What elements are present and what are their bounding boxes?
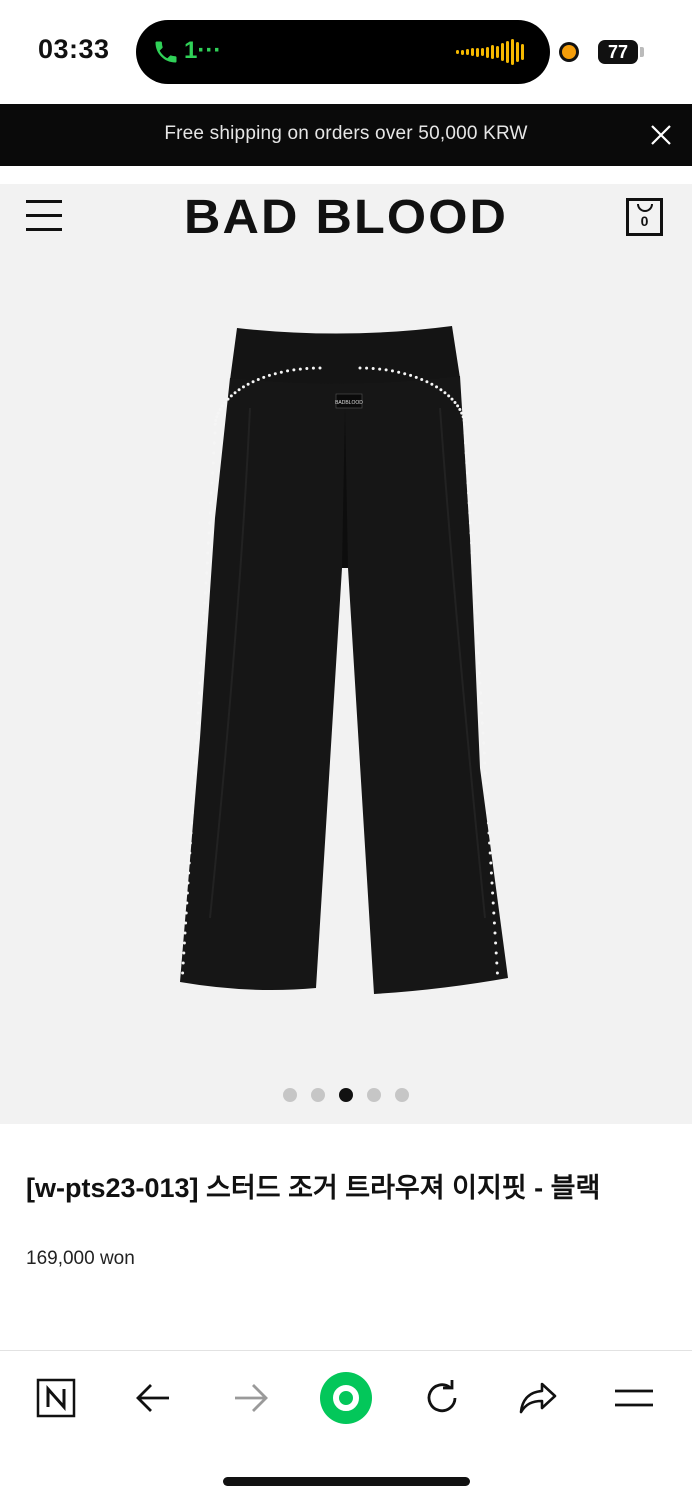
gallery-dot[interactable] [395,1088,409,1102]
product-image-pants: BADBLOOD [180,326,508,994]
privacy-indicator-dot [559,42,579,62]
home-indicator [223,1477,470,1486]
close-icon[interactable] [650,124,672,146]
naver-n-icon[interactable] [28,1373,84,1423]
phone-call-icon [155,41,177,63]
refresh-icon[interactable] [414,1373,470,1423]
forward-arrow-icon[interactable] [222,1373,278,1423]
call-indicator-text: 1··· [184,37,222,64]
gallery-dot[interactable] [283,1088,297,1102]
promo-text: Free shipping on orders over 50,000 KRW [164,123,528,144]
gallery-pagination [0,1088,692,1102]
promo-banner: Free shipping on orders over 50,000 KRW [0,104,692,166]
bag-handle [637,204,653,212]
status-time: 03:33 [38,34,110,64]
gallery-dot[interactable] [367,1088,381,1102]
dynamic-island-call[interactable]: 1··· [136,20,550,84]
menu-icon[interactable] [606,1373,662,1423]
audio-waveform-icon [456,38,528,66]
battery-indicator: 77 [598,40,638,64]
cart-count: 0 [640,213,649,229]
status-bar: 03:33 1··· 77 [0,0,692,104]
product-price: 169,000 won [26,1248,135,1269]
gallery-dot[interactable] [339,1088,353,1102]
garment-label-text: BADBLOOD [335,400,363,406]
browser-toolbar [0,1350,692,1500]
product-title: [w-pts23-013] 스터드 조거 트라우져 이지핏 - 블랙 [26,1173,601,1203]
shopping-bag-icon[interactable]: 0 [626,198,663,236]
brand-logo[interactable]: BAD BLOOD [0,190,692,245]
product-gallery[interactable]: BADBLOOD [0,248,692,1124]
back-arrow-icon[interactable] [126,1373,182,1423]
site-header: BAD BLOOD 0 [0,184,692,248]
green-home-icon[interactable] [318,1372,374,1424]
gallery-dot[interactable] [311,1088,325,1102]
share-icon[interactable] [510,1373,566,1423]
battery-cap [640,47,644,57]
